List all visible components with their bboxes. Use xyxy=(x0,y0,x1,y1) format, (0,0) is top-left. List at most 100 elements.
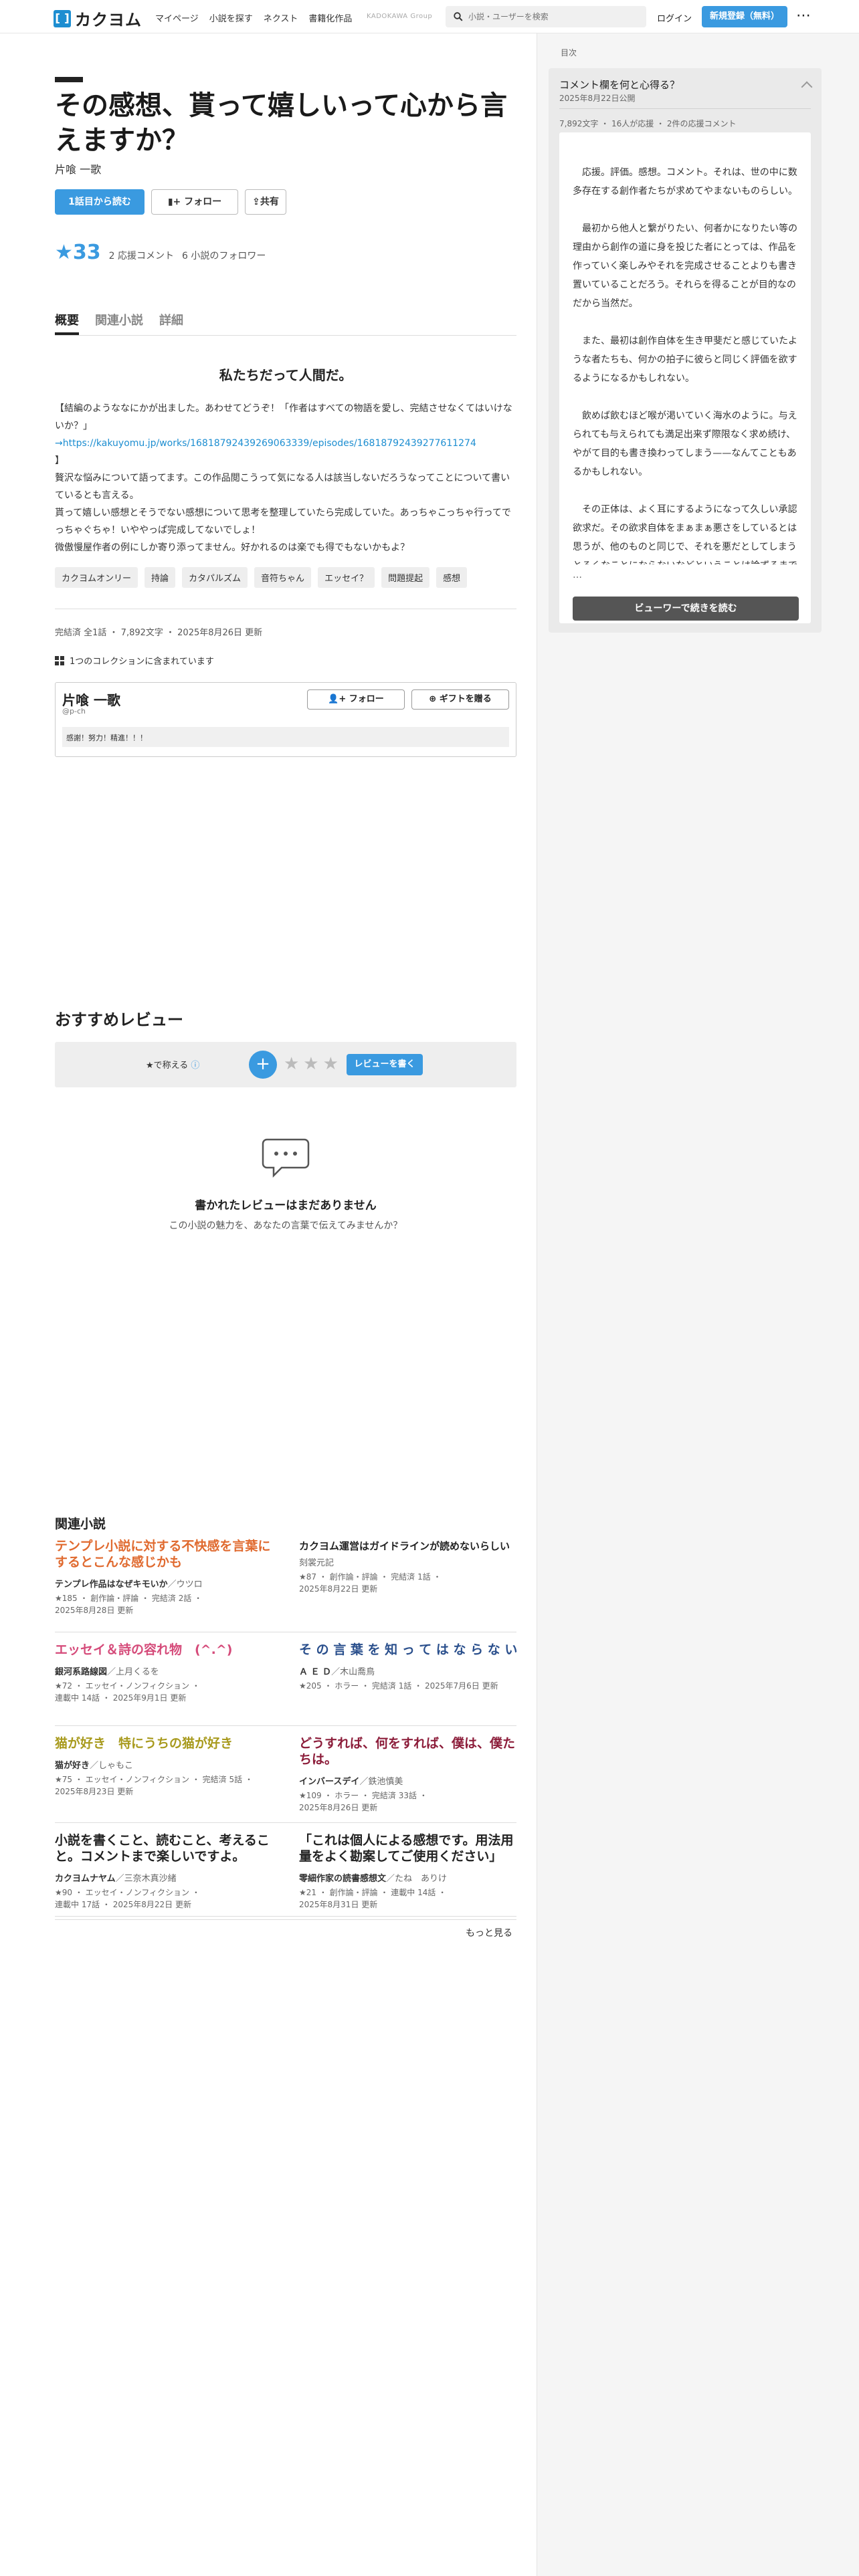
tag[interactable]: 持論 xyxy=(145,567,176,588)
divider xyxy=(55,1916,516,1917)
search-input[interactable] xyxy=(468,12,629,21)
nav-explore[interactable]: 小説を探す xyxy=(209,11,253,24)
related-title[interactable]: エッセイ＆詩の容れ物 (^.^) xyxy=(55,1642,276,1658)
related-meta: ★75 ・ エッセイ・ノンフィクション ・ 完結済 5話 ・ xyxy=(55,1775,253,1784)
related-title[interactable]: 小説を書くこと、読むこと、考えること。コメントまで楽しいですよ。 xyxy=(55,1832,276,1864)
related-author-label: インバースデイ xyxy=(299,1777,360,1787)
work-stats: ★33 2 応援コメント 6 小説のフォロワー xyxy=(55,241,266,264)
related-meta: ★109 ・ ホラー ・ 完結済 33話 ・ xyxy=(299,1791,427,1800)
related-title[interactable]: カクヨム運営はガイドラインが読めないらしい xyxy=(299,1538,520,1554)
work-author[interactable]: 片喰 一歌 xyxy=(55,160,101,177)
related-meta: 2025年8月28日 更新 xyxy=(55,1606,134,1615)
related-meta: 連載中 14話 ・ 2025年9月1日 更新 xyxy=(55,1693,187,1703)
related-meta: ★185 ・ 創作論・評論 ・ 完結済 2話 ・ xyxy=(55,1594,203,1603)
author-card: 片喰 一歌 @p-ch 👤+ フォロー ⊕ ギフトを贈る 感謝！努力！精進！！！ xyxy=(55,682,516,757)
empty-review-subtitle: この小説の魅力を、あなたの言葉で伝えてみませんか？ xyxy=(169,1220,403,1231)
related-title[interactable]: そ の 言 葉 を 知 っ て は な ら な い xyxy=(299,1642,520,1658)
related-item[interactable]: そ の 言 葉 を 知 っ て は な ら な い Ａ Ｅ Ｄ／木山喬鳥 ★205 … xyxy=(299,1642,520,1692)
share-button[interactable]: ⇪共有 xyxy=(245,189,286,215)
related-item[interactable]: 「これは個人による感想です。用法用量をよく勘案してご使用ください」零細作家の読書… xyxy=(299,1832,520,1911)
related-meta: ★72 ・ エッセイ・ノンフィクション ・ xyxy=(55,1681,200,1691)
related-item[interactable]: カクヨム運営はガイドラインが読めないらしい 刻裳元記 ★87 ・ 創作論・評論 ・ … xyxy=(299,1538,520,1595)
episode-title[interactable]: コメント欄を何と心得る？ xyxy=(559,78,680,92)
bookmark-plus-icon: ▮+ xyxy=(167,197,185,207)
collection-link[interactable]: 1つのコレクションに含まれています xyxy=(55,654,214,667)
related-item[interactable]: 小説を書くこと、読むこと、考えること。コメントまで楽しいですよ。 カクヨムナヤム／… xyxy=(55,1832,276,1911)
login-link[interactable]: ログイン xyxy=(657,11,692,24)
related-author-name[interactable]: 木山喬鳥 xyxy=(340,1667,375,1677)
related-author-name[interactable]: しゃもこ xyxy=(98,1761,133,1771)
related-item[interactable]: テンプレ小説に対する不快感を言葉にするとこんな感じかも テンプレ作品はなぜキモいか… xyxy=(55,1538,276,1616)
related-title[interactable]: 猫が好き 特にうちの猫が好き xyxy=(55,1735,276,1751)
follow-author-button[interactable]: 👤+ フォロー xyxy=(307,689,405,710)
related-author-sep: ／ xyxy=(167,1580,177,1590)
more-related-link[interactable]: もっと見る xyxy=(466,1926,512,1939)
episode-date: 2025年8月22日公開 xyxy=(559,94,636,103)
related-author-label: 零細作家の読書感想文 xyxy=(299,1874,387,1884)
related-title[interactable]: どうすれば、何をすれば、僕は、僕たちは。 xyxy=(299,1735,520,1767)
follow-work-button[interactable]: ▮+ フォロー xyxy=(151,189,238,215)
related-author-name[interactable]: 上月くるを xyxy=(116,1667,159,1677)
gift-button[interactable]: ⊕ ギフトを贈る xyxy=(411,689,509,710)
related-author-name[interactable]: たね ありけ xyxy=(395,1874,447,1884)
divider xyxy=(55,1725,516,1726)
add-star-button[interactable]: + xyxy=(249,1051,277,1079)
intro-line: 贅沢な悩みについて語ってます。この作品閲こうって気になる人は該当しないだろうなっ… xyxy=(55,473,510,501)
tag[interactable]: 感想 xyxy=(436,567,468,588)
author-name[interactable]: 片喰 一歌 xyxy=(62,689,120,709)
nav-published[interactable]: 書籍化作品 xyxy=(308,11,352,24)
related-author: 猫が好き／しゃもこ xyxy=(55,1758,276,1771)
related-author-label: Ａ Ｅ Ｄ xyxy=(299,1667,332,1677)
write-review-button[interactable]: レビューを書く xyxy=(347,1054,423,1075)
related-author: 銀河系路線図／上月くるを xyxy=(55,1665,276,1677)
tag[interactable]: 音符ちゃん xyxy=(254,567,312,588)
related-title[interactable]: テンプレ小説に対する不快感を言葉にするとこんな感じかも xyxy=(55,1538,276,1570)
related-item[interactable]: どうすれば、何をすれば、僕は、僕たちは。 インバースデイ／鉄池慎美 ★109 ・ ホ… xyxy=(299,1735,520,1814)
tab-details[interactable]: 詳細 xyxy=(159,311,183,328)
divider xyxy=(559,108,811,109)
site-header: [ ] カクヨム マイページ 小説を探す ネクスト 書籍化作品 KADOKAWA… xyxy=(0,0,859,33)
tag[interactable]: 問題提起 xyxy=(381,567,430,588)
reviews-heading: おすすめレビュー xyxy=(55,1010,183,1029)
preview-paragraph: 飲めば飲むほど喉が渇いていく海水のように。与えられても与えられても満足出来ず際限… xyxy=(573,411,797,477)
related-author-name[interactable]: ウツロ xyxy=(177,1580,203,1590)
episode-card: コメント欄を何と心得る？ 2025年8月22日公開 7,892文字 ・ 16人が… xyxy=(549,68,822,633)
collapse-chevron-icon[interactable] xyxy=(801,81,813,93)
follower-count[interactable]: 6 小説のフォロワー xyxy=(182,249,266,262)
viewer-read-button[interactable]: ビューワーで続きを読む xyxy=(573,597,799,621)
signup-button[interactable]: 新規登録（無料） xyxy=(702,6,787,27)
tag[interactable]: エッセイ？ xyxy=(318,567,375,588)
star-score[interactable]: ★33 xyxy=(55,241,101,264)
site-logo[interactable]: [ ] カクヨム xyxy=(54,7,142,30)
rating-stars[interactable]: ★★★ xyxy=(284,1054,343,1074)
related-title[interactable]: 「これは個人による感想です。用法用量をよく勘案してご使用ください」 xyxy=(299,1832,520,1864)
logo-text: カクヨム xyxy=(75,11,142,29)
preview-text: 応援。評価。感想。コメント。それは、世の中に数多存在する創作者たちが求めてやまな… xyxy=(573,163,799,564)
read-first-button[interactable]: 1話目から読む xyxy=(55,189,145,215)
author-message: 感謝！努力！精進！！！ xyxy=(62,727,509,747)
nav-next[interactable]: ネクスト xyxy=(264,11,298,24)
related-author-name[interactable]: 三奈木真沙緒 xyxy=(124,1874,177,1884)
nav-mypage[interactable]: マイページ xyxy=(155,11,199,24)
more-menu-icon[interactable]: ⋯ xyxy=(796,7,812,24)
help-icon[interactable]: ⓘ xyxy=(191,1061,199,1071)
related-author-name[interactable]: 鉄池慎美 xyxy=(368,1777,403,1787)
comment-count[interactable]: 2 応援コメント xyxy=(109,249,174,262)
related-item[interactable]: 猫が好き 特にうちの猫が好き 猫が好き／しゃもこ ★75 ・ エッセイ・ノンフィクシ… xyxy=(55,1735,276,1798)
related-meta: ★205 ・ ホラー ・ 完結済 1話 ・ 2025年7月6日 更新 xyxy=(299,1681,498,1691)
tag[interactable]: カタパルズム xyxy=(182,567,248,588)
tab-overview[interactable]: 概要 xyxy=(55,311,79,328)
tab-related[interactable]: 関連小説 xyxy=(95,311,143,328)
tag[interactable]: カクヨムオンリー xyxy=(55,567,138,588)
related-heading: 関連小説 xyxy=(55,1517,106,1531)
preview-paragraph: また、最初は創作自体を生き甲斐だと感じていたような者たちも、何かの拍子に彼らと同… xyxy=(573,336,797,384)
related-author: Ａ Ｅ Ｄ／木山喬鳥 xyxy=(299,1665,520,1677)
share-label: 共有 xyxy=(260,197,279,207)
review-rating-bar: ★で称える ⓘ + ★★★ レビューを書く xyxy=(55,1042,516,1087)
related-author-name[interactable]: 刻裳元記 xyxy=(299,1558,334,1568)
work-tabs: 概要 関連小説 詳細 xyxy=(55,311,183,328)
related-item[interactable]: エッセイ＆詩の容れ物 (^.^) 銀河系路線図／上月くるを ★72 ・ エッセイ・ノ… xyxy=(55,1642,276,1704)
search-icon xyxy=(454,12,463,21)
intro-link[interactable]: →https://kakuyomu.jp/works/1681879243926… xyxy=(55,438,476,449)
gift-icon: ⊕ xyxy=(429,694,440,704)
